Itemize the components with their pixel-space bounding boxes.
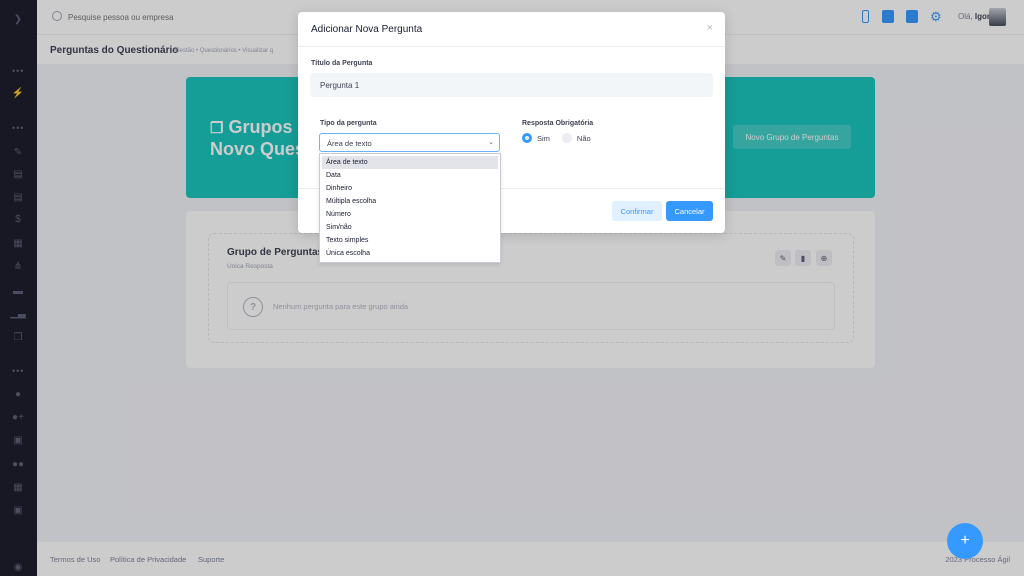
question-type-label: Tipo da pergunta	[320, 120, 377, 127]
dropdown-option[interactable]: Múltipla escolha	[322, 195, 498, 208]
cancel-button[interactable]: Cancelar	[666, 201, 713, 221]
required-yes-radio[interactable]	[522, 133, 532, 143]
required-answer-label: Resposta Obrigatória	[522, 120, 594, 127]
modal-header: Adicionar Nova Pergunta ×	[298, 12, 725, 47]
question-type-dropdown: Área de texto Data Dinheiro Múltipla esc…	[319, 153, 501, 263]
dropdown-option[interactable]: Sim/não	[322, 221, 498, 234]
dropdown-option[interactable]: Área de texto	[322, 156, 498, 169]
confirm-button[interactable]: Confirmar	[612, 201, 662, 221]
question-title-label: Título da Pergunta	[311, 60, 373, 67]
chevron-down-icon: ⌄	[488, 139, 494, 146]
question-type-value: Área de texto	[327, 139, 372, 148]
question-type-select[interactable]: Área de texto ⌄	[319, 133, 500, 152]
required-radio-group: Sim Não	[522, 133, 603, 143]
close-icon[interactable]: ×	[707, 22, 713, 34]
fab-add-button[interactable]: +	[947, 523, 983, 559]
required-no-radio[interactable]	[561, 133, 572, 143]
dropdown-option[interactable]: Dinheiro	[322, 182, 498, 195]
required-yes-label[interactable]: Sim	[537, 134, 550, 143]
dropdown-option[interactable]: Texto simples	[322, 234, 498, 247]
dropdown-option[interactable]: Número	[322, 208, 498, 221]
required-no-label[interactable]: Não	[577, 134, 591, 143]
dropdown-option[interactable]: Data	[322, 169, 498, 182]
modal-title: Adicionar Nova Pergunta	[311, 24, 423, 35]
question-title-input[interactable]	[310, 73, 713, 97]
dropdown-option[interactable]: Única escolha	[322, 247, 498, 260]
